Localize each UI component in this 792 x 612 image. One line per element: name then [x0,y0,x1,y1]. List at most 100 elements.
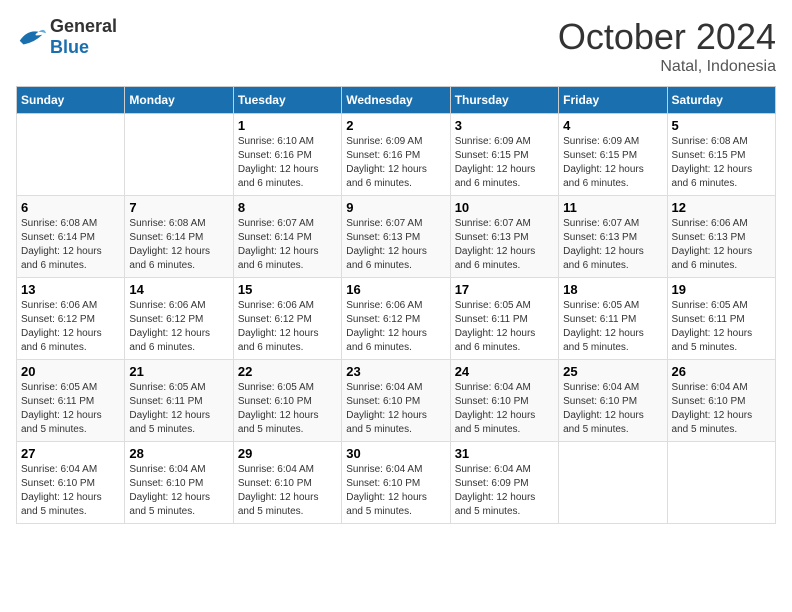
calendar-cell [17,114,125,196]
calendar-cell: 11Sunrise: 6:07 AMSunset: 6:13 PMDayligh… [559,196,667,278]
calendar-cell: 28 Sunrise: 6:04 AMSunset: 6:10 PMDayligh… [125,442,233,524]
day-number: 30 [346,446,445,461]
day-info: Sunrise: 6:09 AMSunset: 6:15 PMDaylight:… [455,135,554,191]
day-info: Sunrise: 6:04 AMSunset: 6:10 PMDaylight:… [238,463,337,519]
day-info: Sunrise: 6:06 AMSunset: 6:12 PMDaylight:… [346,299,445,355]
day-number: 27 [21,446,120,461]
day-info: Sunrise: 6:09 AMSunset: 6:16 PMDaylight:… [346,135,445,191]
day-number: 28 [129,446,228,461]
day-info: Sunrise: 6:07 AMSunset: 6:13 PMDaylight:… [455,217,554,273]
calendar-cell: 15Sunrise: 6:06 AMSunset: 6:12 PMDayligh… [233,278,341,360]
day-number: 16 [346,282,445,297]
day-info: Sunrise: 6:04 AMSunset: 6:10 PMDaylight:… [346,463,445,519]
day-info: Sunrise: 6:08 AMSunset: 6:14 PMDaylight:… [129,217,228,273]
calendar-header: Sunday Monday Tuesday Wednesday Thursday… [17,87,776,114]
day-number: 10 [455,200,554,215]
calendar-cell: 20 Sunrise: 6:05 AMSunset: 6:11 PMDayligh… [17,360,125,442]
day-number: 19 [672,282,771,297]
day-info: Sunrise: 6:09 AMSunset: 6:15 PMDaylight:… [563,135,662,191]
day-number: 22 [238,364,337,379]
calendar-body: 1 Sunrise: 6:10 AMSunset: 6:16 PMDaylight… [17,114,776,524]
day-number: 13 [21,282,120,297]
day-number: 20 [21,364,120,379]
day-number: 9 [346,200,445,215]
calendar-cell: 27 Sunrise: 6:04 AMSunset: 6:10 PMDayligh… [17,442,125,524]
day-info: Sunrise: 6:04 AMSunset: 6:10 PMDaylight:… [563,381,662,437]
day-info: Sunrise: 6:05 AMSunset: 6:11 PMDaylight:… [455,299,554,355]
day-info: Sunrise: 6:06 AMSunset: 6:12 PMDaylight:… [238,299,337,355]
month-title: October 2024 [558,16,776,58]
calendar-cell: 7 Sunrise: 6:08 AMSunset: 6:14 PMDaylight… [125,196,233,278]
logo-general: General [50,16,117,36]
calendar-week-3: 13 Sunrise: 6:06 AMSunset: 6:12 PMDayligh… [17,278,776,360]
day-number: 2 [346,118,445,133]
logo: General Blue [16,16,117,58]
day-number: 23 [346,364,445,379]
day-info: Sunrise: 6:04 AMSunset: 6:09 PMDaylight:… [455,463,554,519]
header-friday: Friday [559,87,667,114]
calendar-cell: 19 Sunrise: 6:05 AMSunset: 6:11 PMDayligh… [667,278,775,360]
calendar-cell: 3Sunrise: 6:09 AMSunset: 6:15 PMDaylight… [450,114,558,196]
calendar-cell: 30 Sunrise: 6:04 AMSunset: 6:10 PMDayligh… [342,442,450,524]
day-number: 8 [238,200,337,215]
day-number: 12 [672,200,771,215]
calendar-cell: 9 Sunrise: 6:07 AMSunset: 6:13 PMDaylight… [342,196,450,278]
calendar-cell: 8 Sunrise: 6:07 AMSunset: 6:14 PMDaylight… [233,196,341,278]
calendar-week-2: 6Sunrise: 6:08 AMSunset: 6:14 PMDaylight… [17,196,776,278]
calendar-cell: 6Sunrise: 6:08 AMSunset: 6:14 PMDaylight… [17,196,125,278]
calendar-cell: 24Sunrise: 6:04 AMSunset: 6:10 PMDayligh… [450,360,558,442]
day-number: 21 [129,364,228,379]
location-title: Natal, Indonesia [558,58,776,76]
day-info: Sunrise: 6:10 AMSunset: 6:16 PMDaylight:… [238,135,337,191]
calendar-cell [667,442,775,524]
day-number: 31 [455,446,554,461]
day-info: Sunrise: 6:07 AMSunset: 6:13 PMDaylight:… [346,217,445,273]
day-info: Sunrise: 6:05 AMSunset: 6:11 PMDaylight:… [21,381,120,437]
header-tuesday: Tuesday [233,87,341,114]
day-info: Sunrise: 6:06 AMSunset: 6:13 PMDaylight:… [672,217,771,273]
header-sunday: Sunday [17,87,125,114]
calendar-cell: 14Sunrise: 6:06 AMSunset: 6:12 PMDayligh… [125,278,233,360]
page-header: General Blue October 2024 Natal, Indones… [16,16,776,76]
calendar-cell: 31 Sunrise: 6:04 AMSunset: 6:09 PMDayligh… [450,442,558,524]
day-info: Sunrise: 6:04 AMSunset: 6:10 PMDaylight:… [129,463,228,519]
day-info: Sunrise: 6:05 AMSunset: 6:10 PMDaylight:… [238,381,337,437]
calendar-cell: 17 Sunrise: 6:05 AMSunset: 6:11 PMDayligh… [450,278,558,360]
day-number: 7 [129,200,228,215]
day-number: 29 [238,446,337,461]
day-number: 5 [672,118,771,133]
calendar-cell: 10 Sunrise: 6:07 AMSunset: 6:13 PMDayligh… [450,196,558,278]
day-info: Sunrise: 6:04 AMSunset: 6:10 PMDaylight:… [346,381,445,437]
day-info: Sunrise: 6:05 AMSunset: 6:11 PMDaylight:… [672,299,771,355]
day-info: Sunrise: 6:05 AMSunset: 6:11 PMDaylight:… [563,299,662,355]
logo-blue: Blue [50,37,89,57]
day-info: Sunrise: 6:04 AMSunset: 6:10 PMDaylight:… [672,381,771,437]
calendar-cell [125,114,233,196]
day-number: 17 [455,282,554,297]
calendar-cell: 1 Sunrise: 6:10 AMSunset: 6:16 PMDaylight… [233,114,341,196]
calendar-cell: 25 Sunrise: 6:04 AMSunset: 6:10 PMDayligh… [559,360,667,442]
calendar-cell: 18 Sunrise: 6:05 AMSunset: 6:11 PMDayligh… [559,278,667,360]
calendar-week-5: 27 Sunrise: 6:04 AMSunset: 6:10 PMDayligh… [17,442,776,524]
day-info: Sunrise: 6:04 AMSunset: 6:10 PMDaylight:… [21,463,120,519]
logo-text: General Blue [50,16,117,58]
day-number: 1 [238,118,337,133]
day-info: Sunrise: 6:05 AMSunset: 6:11 PMDaylight:… [129,381,228,437]
day-info: Sunrise: 6:06 AMSunset: 6:12 PMDaylight:… [21,299,120,355]
calendar-cell [559,442,667,524]
calendar-week-1: 1 Sunrise: 6:10 AMSunset: 6:16 PMDaylight… [17,114,776,196]
calendar-cell: 4Sunrise: 6:09 AMSunset: 6:15 PMDaylight… [559,114,667,196]
title-block: October 2024 Natal, Indonesia [558,16,776,76]
day-number: 24 [455,364,554,379]
calendar-cell: 22 Sunrise: 6:05 AMSunset: 6:10 PMDayligh… [233,360,341,442]
day-info: Sunrise: 6:07 AMSunset: 6:14 PMDaylight:… [238,217,337,273]
calendar-cell: 23 Sunrise: 6:04 AMSunset: 6:10 PMDayligh… [342,360,450,442]
day-number: 11 [563,200,662,215]
day-number: 25 [563,364,662,379]
calendar-cell: 5 Sunrise: 6:08 AMSunset: 6:15 PMDaylight… [667,114,775,196]
day-number: 26 [672,364,771,379]
day-number: 18 [563,282,662,297]
header-saturday: Saturday [667,87,775,114]
day-info: Sunrise: 6:08 AMSunset: 6:15 PMDaylight:… [672,135,771,191]
calendar-cell: 16 Sunrise: 6:06 AMSunset: 6:12 PMDayligh… [342,278,450,360]
